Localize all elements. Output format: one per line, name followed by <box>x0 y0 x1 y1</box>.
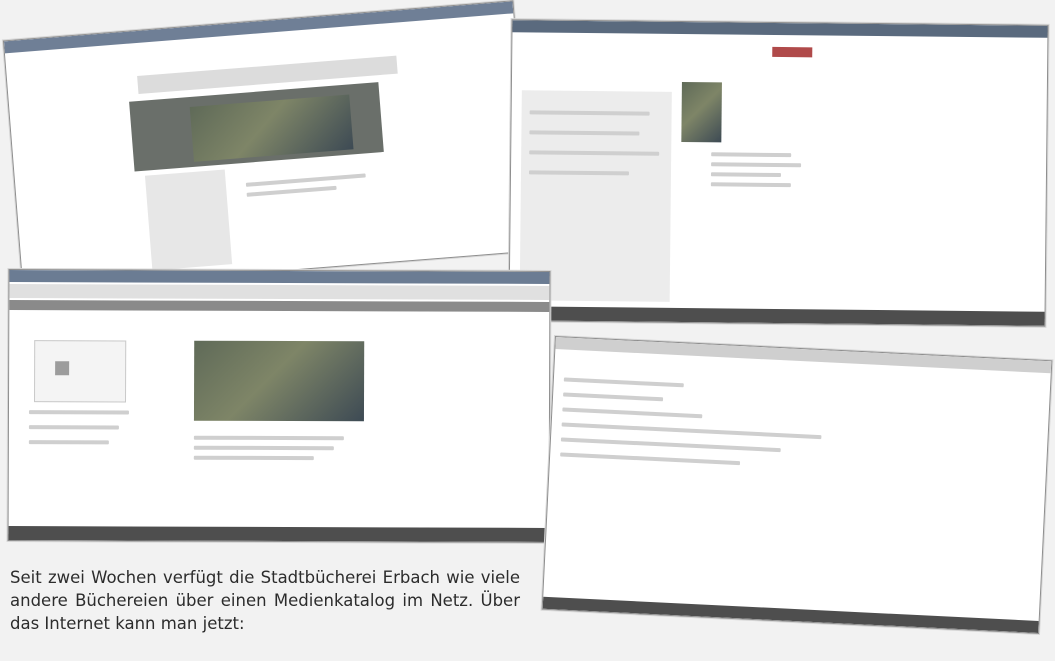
catalog-record-screenshot <box>508 19 1049 327</box>
account-line <box>560 437 781 453</box>
record-line <box>711 152 792 158</box>
window-titlebar <box>9 270 550 284</box>
book-cover-thumbnail <box>681 81 722 143</box>
window-titlebar <box>512 20 1048 38</box>
body-line <box>193 435 344 441</box>
account-line <box>560 452 741 466</box>
text-line <box>28 410 129 415</box>
system-taskbar <box>509 306 1045 326</box>
library-logo <box>34 340 127 403</box>
body-line <box>193 445 334 451</box>
record-line <box>710 172 781 178</box>
account-line <box>561 422 822 440</box>
account-line <box>563 377 684 388</box>
text-line <box>245 173 366 187</box>
toolbar-strip <box>9 284 550 300</box>
text-line <box>28 440 109 445</box>
library-website-screenshot <box>7 269 551 543</box>
record-line <box>711 162 802 168</box>
system-taskbar <box>542 596 1039 633</box>
account-line <box>563 392 664 402</box>
body-line <box>193 455 314 461</box>
navigation-bar <box>9 300 550 312</box>
library-homepage-screenshot <box>2 0 534 292</box>
text-line <box>28 425 119 430</box>
left-navigation <box>144 169 233 271</box>
library-photo <box>193 340 365 422</box>
account-line <box>562 407 703 419</box>
record-line <box>710 182 791 188</box>
catalog-button <box>772 46 813 58</box>
account-page-screenshot <box>541 335 1053 635</box>
window-titlebar <box>555 337 1052 374</box>
browser-titlebar <box>3 1 514 54</box>
text-line <box>246 185 337 197</box>
caption-text: Seit zwei Wochen verfügt die Stadtbücher… <box>10 568 520 633</box>
system-taskbar <box>8 526 549 542</box>
